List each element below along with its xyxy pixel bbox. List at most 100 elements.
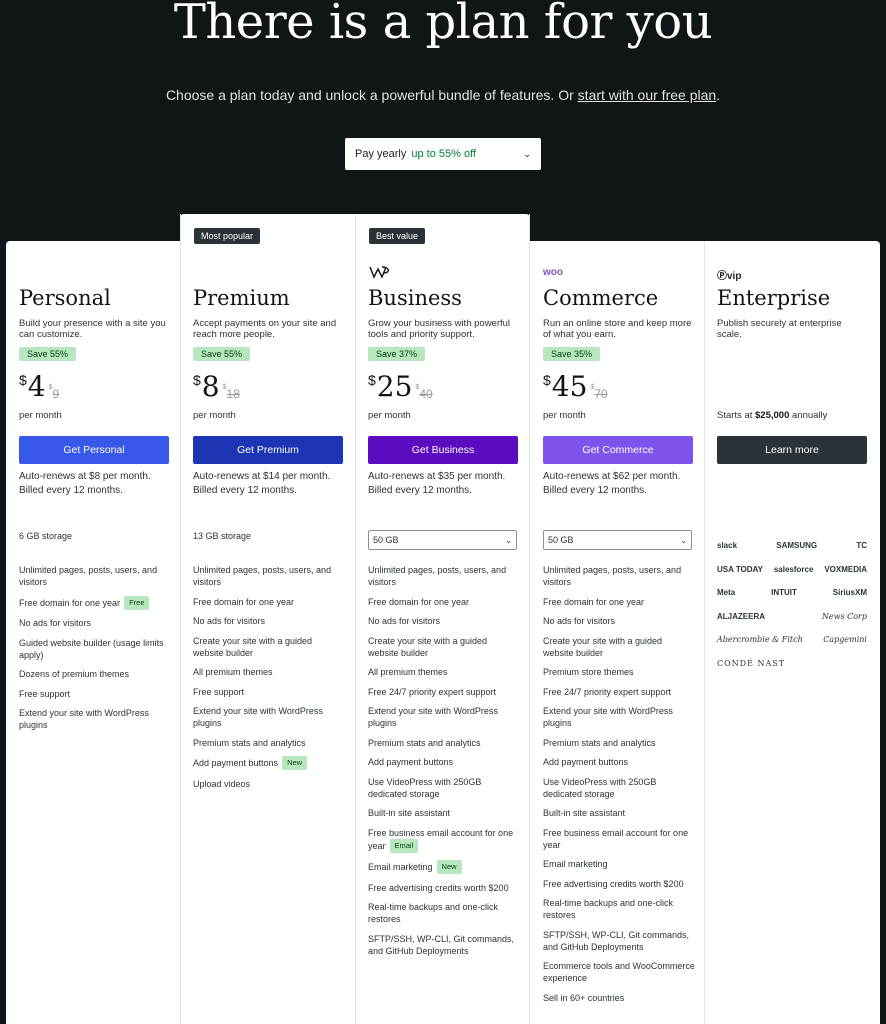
plan-desc-business: Grow your business with powerful tools a… (368, 318, 511, 340)
business-logo-icon (369, 266, 389, 279)
feature-item: Premium stats and analytics (368, 737, 481, 748)
woo-logo-icon: woo (543, 267, 563, 278)
storage-personal: 6 GB storage (19, 531, 73, 541)
feature-item: Create your site with a guided website b… (543, 635, 663, 658)
feature-item: No ads for visitors (368, 616, 441, 626)
abercrombie-logo: Abercrombie & Fitch (717, 635, 803, 645)
chevron-down-icon: ⌄ (505, 535, 512, 545)
feature-item: Add payment buttons New (193, 756, 345, 770)
samsung-logo: SAMSUNG (776, 541, 818, 551)
feature-item: Dozens of premium themes (19, 669, 130, 679)
per-month-personal: per month (19, 410, 62, 421)
feature-item: No ads for visitors (19, 618, 92, 628)
feature-item: Premium stats and analytics (193, 737, 306, 748)
feature-item: Free domain for one year (193, 596, 295, 607)
feature-item: Real-time backups and one-click restores (543, 898, 674, 920)
feature-item: Create your site with a guided website b… (368, 635, 488, 658)
plan-desc-commerce: Run an online store and keep more of wha… (543, 318, 692, 340)
aljazeera-logo: ALJAZEERA (717, 611, 766, 621)
feature-item: All premium themes (368, 667, 448, 677)
plan-name-personal: Personal (19, 286, 111, 310)
feature-item: Built-in site assistant (543, 808, 626, 818)
renew-note-premium: Auto-renews at $14 per month. Billed eve… (193, 471, 331, 496)
feature-item: Free support (193, 686, 245, 697)
feature-item: Free business email account for one year (543, 827, 689, 850)
techcrunch-logo: TC (856, 541, 867, 551)
feature-item: Unlimited pages, posts, users, and visit… (543, 565, 682, 587)
get-commerce-button[interactable]: Get Commerce (543, 436, 693, 464)
renew-note-business: Auto-renews at $35 per month. Billed eve… (368, 471, 506, 496)
storage-dropdown-commerce[interactable]: 50 GB ⌄ (543, 530, 692, 550)
per-month-business: per month (368, 410, 411, 421)
voxmedia-logo: VOXMEDIA (824, 564, 867, 574)
plan-desc-personal: Build your presence with a site you can … (19, 318, 166, 340)
vip-logo-icon: Ⓟvip (717, 271, 742, 282)
features-business: Unlimited pages, posts, users, and visit… (368, 564, 520, 964)
feature-item: Create your site with a guided website b… (193, 635, 313, 658)
plan-name-business: Business (368, 286, 462, 310)
free-plan-link[interactable]: start with our free plan (578, 87, 717, 103)
feature-item: Unlimited pages, posts, users, and visit… (19, 565, 158, 587)
best-value-badge: Best value (369, 228, 426, 244)
features-commerce: Unlimited pages, posts, users, and visit… (543, 564, 695, 1011)
billing-term-dropdown[interactable]: Pay yearly up to 55% off ⌄ (345, 138, 541, 170)
feature-item: Unlimited pages, posts, users, and visit… (368, 565, 507, 587)
price-personal: $4 $9 (19, 370, 60, 403)
meta-logo: Meta (717, 588, 736, 598)
feature-item: Extend your site with WordPress plugins (193, 706, 323, 728)
feature-item: Email marketing New (368, 860, 520, 874)
feature-item: Free support (19, 688, 71, 699)
new-tag: New (436, 860, 462, 874)
features-premium: Unlimited pages, posts, users, and visit… (193, 564, 345, 797)
feature-item: Premium store themes (543, 667, 634, 677)
plan-desc-premium: Accept payments on your site and reach m… (193, 318, 337, 340)
renew-note-personal: Auto-renews at $8 per month. Billed ever… (19, 471, 151, 496)
learn-more-button[interactable]: Learn more (717, 436, 867, 464)
news-corp-logo: News Corp (821, 611, 867, 621)
feature-item: Guided website builder (usage limits app… (19, 637, 164, 660)
feature-item: Extend your site with WordPress plugins (19, 708, 149, 730)
feature-item: Built-in site assistant (368, 808, 451, 818)
chevron-down-icon: ⌄ (523, 148, 531, 159)
price-premium: $8 $18 (193, 370, 240, 403)
per-month-premium: per month (193, 410, 236, 421)
feature-item: Free advertising credits worth $200 (543, 878, 684, 889)
feature-item: Free business email account for one year… (368, 827, 514, 853)
feature-item: SFTP/SSH, WP-CLI, Git commands, and GitH… (368, 933, 515, 956)
get-premium-button[interactable]: Get Premium (193, 436, 343, 464)
siriusxm-logo: SiriusXM (832, 588, 867, 598)
feature-item: Extend your site with WordPress plugins (543, 706, 673, 728)
feature-item: Sell in 60+ countries (543, 992, 625, 1003)
save-badge-commerce: Save 35% (543, 347, 601, 361)
feature-item: No ads for visitors (193, 616, 266, 626)
billing-discount-label: up to 55% off (411, 148, 476, 160)
feature-item: Premium stats and analytics (543, 737, 656, 748)
enterprise-customer-logos: slack SAMSUNG TC USA TODAY salesforce VO… (717, 534, 867, 675)
get-personal-button[interactable]: Get Personal (19, 436, 169, 464)
page-title: There is a plan for you (173, 0, 713, 50)
save-badge-premium: Save 55% (193, 347, 251, 361)
price-commerce: $45 $70 (543, 370, 608, 403)
feature-item: Use VideoPress with 250GB dedicated stor… (368, 776, 482, 799)
feature-item: Upload videos (193, 778, 251, 789)
plan-desc-enterprise: Publish securely at enterprise scale. (717, 318, 842, 340)
page-subtitle: Choose a plan today and unlock a powerfu… (165, 87, 721, 103)
salesforce-logo: salesforce (773, 564, 814, 574)
save-badge-personal: Save 55% (19, 347, 77, 361)
storage-dropdown-business[interactable]: 50 GB ⌄ (368, 530, 517, 550)
get-business-button[interactable]: Get Business (368, 436, 518, 464)
conde-nast-logo: CONDÉ NAST (717, 658, 786, 668)
slack-logo: slack (717, 541, 738, 551)
email-tag: Email (389, 838, 419, 853)
most-popular-badge: Most popular (194, 228, 261, 244)
feature-item: Unlimited pages, posts, users, and visit… (193, 565, 332, 587)
enterprise-starting-price: Starts at $25,000 annually (717, 410, 828, 421)
feature-item: Ecommerce tools and WooCommerce experien… (543, 961, 695, 983)
feature-item: Add payment buttons (543, 757, 629, 767)
feature-item: Real-time backups and one-click restores (368, 902, 499, 924)
feature-item: Free advertising credits worth $200 (368, 882, 509, 893)
feature-item: Free 24/7 priority expert support (368, 686, 497, 697)
capgemini-logo: Capgemini (823, 635, 867, 645)
plan-name-enterprise: Enterprise (717, 286, 831, 310)
price-business: $25 $40 (368, 370, 433, 403)
